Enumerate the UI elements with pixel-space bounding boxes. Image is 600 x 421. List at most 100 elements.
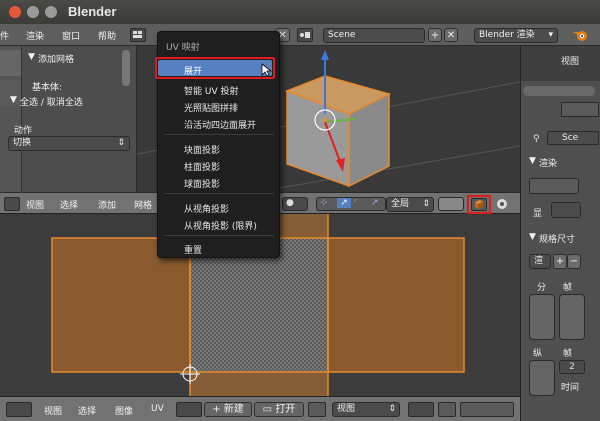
scale-icon[interactable]: ↗ (371, 198, 379, 208)
menu-item-project-from-view[interactable]: 从视角投影 (184, 202, 229, 215)
frames-label-2: 帧 (563, 349, 573, 359)
image-browse-icon[interactable] (176, 402, 202, 417)
menu-item-cylinder-projection[interactable]: 柱面投影 (184, 160, 220, 173)
frame-rate-field[interactable]: 2 (559, 360, 585, 374)
panel-arrow-icon[interactable]: ▼ (28, 52, 35, 62)
minimize-window-icon[interactable] (27, 6, 39, 18)
info-header: 件 渲染 窗口 帮助 ✕ Scene + ✕ Blender 渲染 ▾ (0, 24, 600, 46)
sync-selection-icon[interactable] (438, 402, 456, 417)
aspect-field[interactable] (529, 360, 555, 396)
properties-context-tabs[interactable] (561, 102, 599, 117)
pivot-select[interactable] (408, 402, 434, 417)
menu-view[interactable]: 视图 (26, 198, 44, 211)
maximize-window-icon[interactable] (45, 6, 57, 18)
chevron-down-icon: ▾ (548, 30, 553, 40)
scene-icon[interactable] (297, 28, 313, 42)
resolution-x-field[interactable] (529, 294, 555, 340)
pin-icon[interactable] (308, 402, 326, 417)
panel-arrow-icon[interactable]: ▼ (10, 95, 17, 105)
split-label: 分 (537, 283, 547, 293)
editor-type-icon[interactable] (4, 197, 20, 211)
frame-range-field[interactable] (559, 294, 585, 340)
transform-manipulators[interactable]: ⊹ ↗ ◜ ↗ (316, 197, 386, 211)
scene-field[interactable]: Scene (323, 28, 425, 43)
blender-logo-icon[interactable] (572, 27, 590, 43)
view-mode-select[interactable]: 视图 ⇕ (332, 402, 400, 417)
orientation-value: 全局 (391, 199, 410, 209)
scene-context-value: Sce (562, 133, 579, 143)
render-engine-select[interactable]: Blender 渲染 ▾ (474, 28, 558, 43)
menu-item-follow-active-quads[interactable]: 沿活动四边面展开 (184, 118, 256, 131)
menu-mesh[interactable]: 网格 (134, 198, 152, 211)
tool-shelf-tabs[interactable] (0, 46, 22, 192)
basic-label: 基本体: (32, 83, 63, 93)
menu-item-unwrap[interactable] (158, 60, 272, 76)
menu-item-smart-uv[interactable]: 智能 UV 投射 (184, 84, 238, 97)
menu-uv[interactable]: UV (151, 404, 164, 414)
menu-title: UV 映射 (166, 43, 200, 53)
display-select[interactable] (551, 202, 581, 218)
open-image-button[interactable]: ▭ 打开 (254, 402, 304, 417)
remove-preset-button[interactable]: − (567, 254, 581, 269)
panel-arrow-icon[interactable]: ▼ (529, 156, 536, 166)
dimensions-panel-title[interactable]: 规格尺寸 (539, 232, 575, 245)
open-label: 打开 (275, 404, 296, 415)
orientation-select[interactable]: 全局 ⇕ (386, 197, 434, 212)
mouse-cursor-icon (261, 63, 273, 80)
pin-icon[interactable]: ⚲ (533, 134, 540, 144)
spinner-icon: ⇕ (117, 138, 125, 148)
render-panel-title[interactable]: 渲染 (539, 156, 557, 169)
menu-item-project-from-view-bounds[interactable]: 从视角投影 (限界) (184, 219, 257, 232)
menu-item-sphere-projection[interactable]: 球面投影 (184, 177, 220, 190)
manipulator-icon[interactable]: ⊹ (320, 198, 328, 208)
close-window-icon[interactable] (9, 6, 21, 18)
render-engine-value: Blender 渲染 (479, 30, 535, 40)
menu-item-reset[interactable]: 重置 (184, 243, 202, 256)
new-image-button[interactable]: + 新建 (204, 402, 252, 417)
pivot-icon: ● (286, 198, 294, 208)
action-select[interactable]: 切换 ⇕ (8, 136, 130, 151)
menu-file[interactable]: 件 (0, 29, 9, 42)
uv-select-mode-buttons[interactable] (460, 402, 514, 417)
menu-select[interactable]: 选择 (78, 404, 96, 417)
panel-scrollbar[interactable] (523, 86, 595, 96)
menu-help[interactable]: 帮助 (98, 29, 116, 42)
highlight-box (467, 195, 491, 214)
layout-icon[interactable] (130, 28, 146, 42)
highlight-box (155, 57, 275, 79)
menu-select[interactable]: 选择 (60, 198, 78, 211)
menu-item-cube-projection[interactable]: 块面投影 (184, 143, 220, 156)
tool-shelf-scrollbar[interactable] (122, 50, 130, 86)
occlude-geometry-icon[interactable] (494, 197, 510, 211)
menu-add[interactable]: 添加 (98, 198, 116, 211)
menu-render[interactable]: 渲染 (26, 29, 44, 42)
render-preset-select[interactable]: 渲 (529, 254, 551, 269)
action-label: 动作 (14, 126, 33, 136)
scene-context-field[interactable]: Sce (547, 131, 599, 145)
translate-icon[interactable]: ↗ (337, 198, 351, 208)
menu-window[interactable]: 窗口 (62, 29, 80, 42)
menu-view[interactable]: 视图 (44, 404, 62, 417)
select-mode-buttons[interactable] (438, 197, 464, 211)
rotate-icon[interactable]: ◜ (354, 198, 358, 208)
add-preset-button[interactable]: + (553, 254, 567, 269)
editor-type-icon[interactable] (6, 402, 32, 417)
properties-panel: 视图 ⚲ Sce ▼ 渲染 显 ▼ 规格尺寸 渲 + − 分 帧 纵 帧 2 时… (520, 46, 600, 421)
frame-rate-value: 2 (569, 362, 575, 372)
pivot-select[interactable]: ● (282, 197, 308, 211)
tool-shelf: ▼ 添加网格 基本体: ▼ 全选 / 取消全选 动作 切换 ⇕ (0, 46, 137, 192)
face-select-icon[interactable] (471, 198, 487, 211)
outliner-strip[interactable]: 视图 (521, 46, 600, 81)
menu-image[interactable]: 图像 (115, 404, 133, 417)
scene-remove-button[interactable]: ✕ (444, 28, 458, 42)
frames-label: 帧 (563, 283, 573, 293)
select-toggle-panel-title[interactable]: 全选 / 取消全选 (20, 95, 83, 108)
uv-editor-header: 视图 选择 图像 UV + 新建 ▭ 打开 视图 ⇕ (0, 396, 520, 421)
render-preset-value: 渲 (534, 256, 544, 266)
panel-arrow-icon[interactable]: ▼ (529, 232, 536, 242)
add-mesh-panel-title[interactable]: 添加网格 (38, 52, 74, 65)
menu-item-lightmap-pack[interactable]: 光照贴图拼排 (184, 101, 238, 114)
vertical-label: 纵 (533, 349, 543, 359)
scene-add-button[interactable]: + (428, 28, 442, 42)
render-buttons[interactable] (529, 178, 579, 194)
